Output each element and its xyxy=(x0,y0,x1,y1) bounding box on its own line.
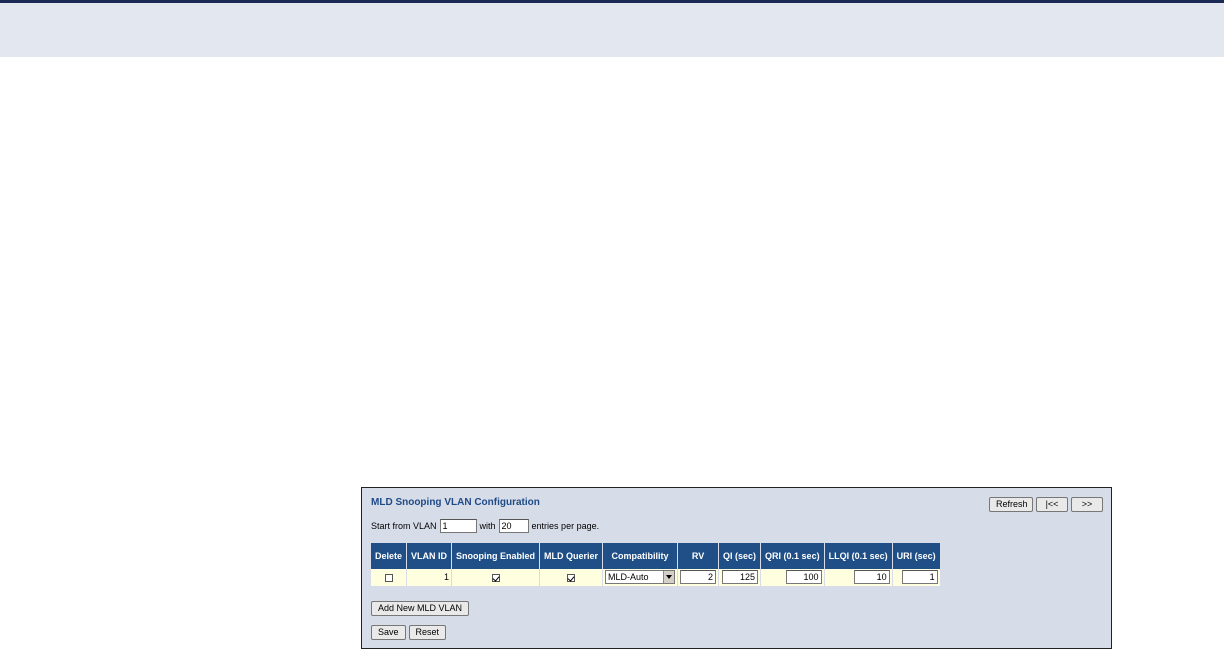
snooping-enabled-checkbox[interactable] xyxy=(491,573,500,582)
save-button[interactable]: Save xyxy=(371,625,406,640)
cell-llqi xyxy=(824,569,893,587)
form-actions: Save Reset xyxy=(371,625,447,640)
with-label: with xyxy=(479,521,496,531)
entries-per-page-input[interactable] xyxy=(498,519,529,533)
header-rv: RV xyxy=(677,543,720,569)
delete-checkbox[interactable] xyxy=(384,573,393,582)
cell-delete xyxy=(371,569,408,587)
mld-vlan-table: Delete VLAN ID Snooping Enabled MLD Quer… xyxy=(371,543,941,587)
page: MLD Snooping VLAN Configuration Refresh … xyxy=(0,0,1224,650)
qri-input[interactable] xyxy=(785,570,822,585)
cell-mld-querier xyxy=(539,569,604,587)
cell-uri xyxy=(892,569,941,587)
cell-compatibility: MLD-Auto xyxy=(602,569,679,587)
next-page-button[interactable]: >> xyxy=(1071,497,1103,512)
first-page-button[interactable]: |<< xyxy=(1036,497,1068,512)
cell-qi xyxy=(718,569,762,587)
mld-querier-checkbox[interactable] xyxy=(567,573,576,582)
cell-qri xyxy=(760,569,825,587)
add-new-mld-vlan-button[interactable]: Add New MLD VLAN xyxy=(371,601,470,616)
start-from-label: Start from VLAN xyxy=(371,521,437,531)
chevron-down-icon[interactable] xyxy=(663,571,675,584)
header-mld-querier: MLD Querier xyxy=(539,543,604,569)
top-band xyxy=(0,3,1224,57)
rv-input[interactable] xyxy=(680,570,717,585)
qi-input[interactable] xyxy=(722,570,759,585)
table-header-row: Delete VLAN ID Snooping Enabled MLD Quer… xyxy=(371,543,941,569)
compatibility-value: MLD-Auto xyxy=(608,572,649,583)
header-llqi: LLQI (0.1 sec) xyxy=(824,543,893,569)
table-row: 1 MLD-Auto xyxy=(371,569,941,587)
header-snooping-enabled: Snooping Enabled xyxy=(451,543,541,569)
header-delete: Delete xyxy=(371,543,408,569)
cell-snooping-enabled xyxy=(451,569,541,587)
header-qri: QRI (0.1 sec) xyxy=(760,543,825,569)
header-vlan-id: VLAN ID xyxy=(406,543,453,569)
entries-per-page-label: entries per page. xyxy=(531,521,600,531)
nav-buttons: Refresh |<< >> xyxy=(989,497,1103,512)
header-uri: URI (sec) xyxy=(892,543,941,569)
mld-vlan-config-panel: MLD Snooping VLAN Configuration Refresh … xyxy=(361,487,1112,649)
llqi-input[interactable] xyxy=(853,570,890,585)
compatibility-select[interactable]: MLD-Auto xyxy=(605,570,676,585)
header-compatibility: Compatibility xyxy=(602,543,679,569)
add-row: Add New MLD VLAN xyxy=(371,598,470,616)
cell-rv xyxy=(677,569,720,587)
refresh-button[interactable]: Refresh xyxy=(989,497,1033,512)
start-from-row: Start from VLAN with entries per page. xyxy=(371,519,599,533)
cell-vlan-id: 1 xyxy=(406,569,453,587)
reset-button[interactable]: Reset xyxy=(408,625,447,640)
uri-input[interactable] xyxy=(901,570,938,585)
panel-title: MLD Snooping VLAN Configuration xyxy=(371,497,540,508)
start-vlan-input[interactable] xyxy=(439,519,477,533)
header-qi: QI (sec) xyxy=(718,543,762,569)
